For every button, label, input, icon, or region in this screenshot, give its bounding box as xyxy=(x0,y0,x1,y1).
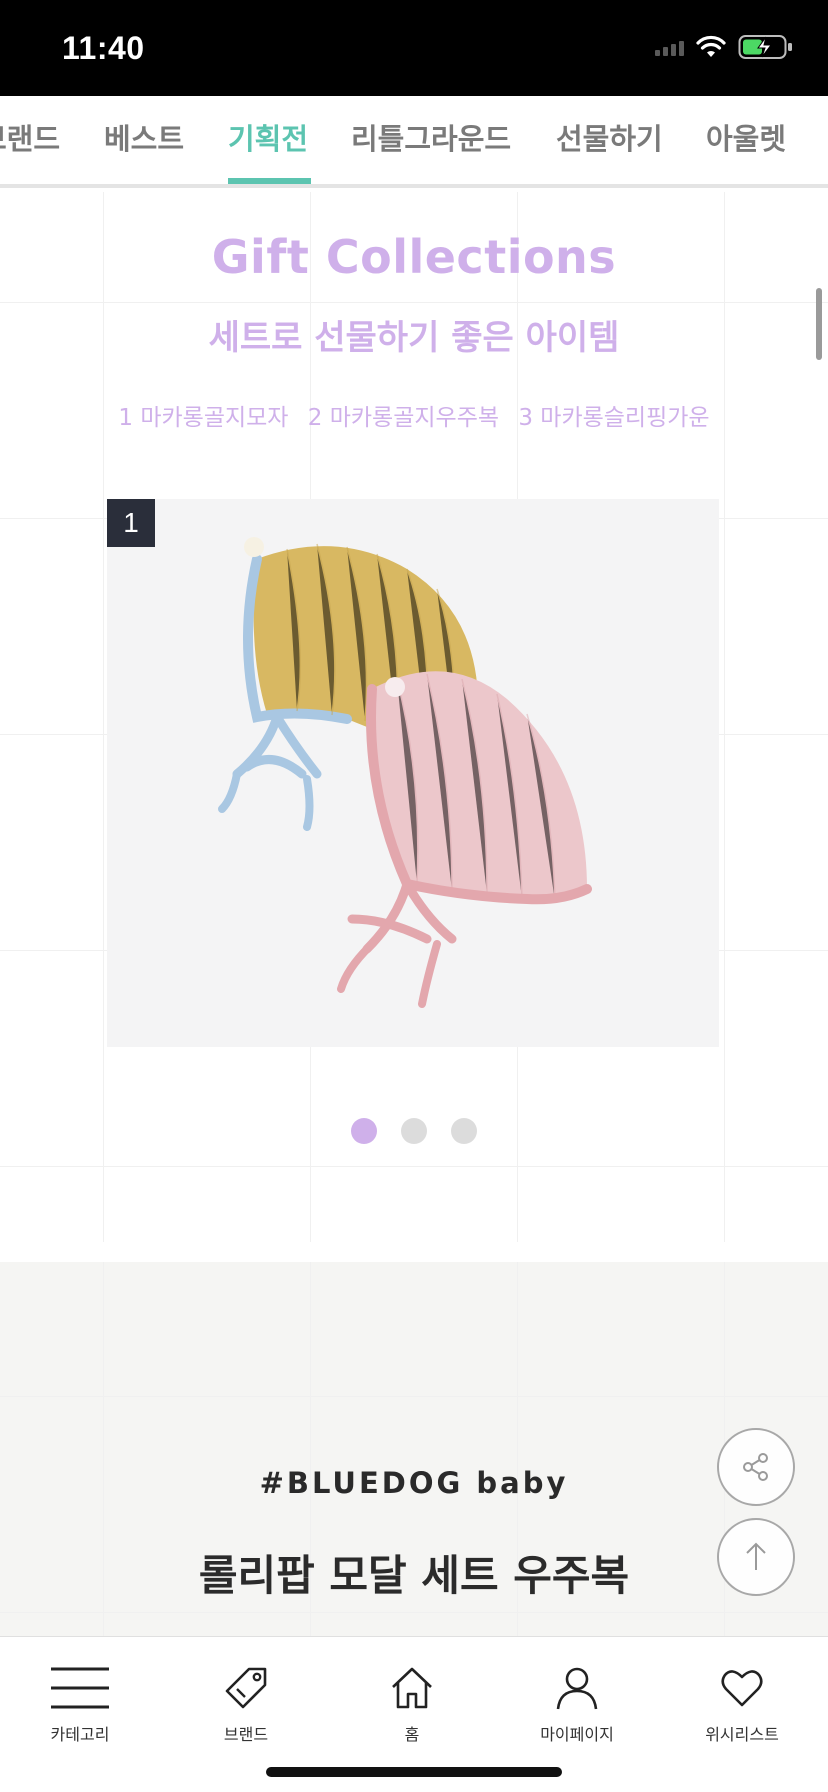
tab-exhibition[interactable]: 기획전 xyxy=(228,116,308,158)
gift-collections-section: Gift Collections 세트로 선물하기 좋은 아이템 1 마카롱골지… xyxy=(0,192,828,1242)
scrollbar[interactable] xyxy=(816,288,822,360)
pagination-dot-active[interactable] xyxy=(351,1118,377,1144)
person-icon xyxy=(556,1667,598,1710)
wifi-icon xyxy=(696,35,726,57)
cellular-signal-icon xyxy=(655,38,684,56)
nav-label: 마이페이지 xyxy=(540,1725,614,1744)
nav-label: 위시리스트 xyxy=(705,1725,779,1744)
grid-line xyxy=(0,1396,828,1397)
tab-best[interactable]: 베스트 xyxy=(104,116,184,158)
nav-mypage[interactable]: 마이페이지 xyxy=(497,1665,657,1745)
gift-item-link[interactable]: 1 마카롱골지모자 xyxy=(118,405,288,431)
brand-hashtag: #BLUEDOG baby xyxy=(259,1466,569,1500)
gift-item-link[interactable]: 3 마카롱슬리핑가운 xyxy=(518,405,709,431)
nav-category[interactable]: 카테고리 xyxy=(0,1665,160,1745)
heart-icon xyxy=(721,1670,763,1707)
category-tab-bar: 브랜드 베스트 기획전 리틀그라운드 선물하기 아울렛 xyxy=(0,96,828,188)
pagination-dot[interactable] xyxy=(451,1118,477,1144)
gift-item-list: 1 마카롱골지모자 2 마카롱골지우주복 3 마카롱슬리핑가운 xyxy=(0,398,828,432)
tab-little-ground[interactable]: 리틀그라운드 xyxy=(351,116,511,158)
menu-icon xyxy=(51,1667,109,1709)
tab-brand[interactable]: 브랜드 xyxy=(0,116,60,158)
baby-bonnet-image xyxy=(107,499,719,1047)
carousel-pagination xyxy=(0,1118,828,1144)
status-time: 11:40 xyxy=(62,30,145,66)
grid-line xyxy=(0,1612,828,1613)
gift-collections-title: Gift Collections xyxy=(211,230,617,284)
nav-label: 카테고리 xyxy=(50,1725,110,1744)
tab-gift[interactable]: 선물하기 xyxy=(556,116,663,158)
scroll-to-top-button[interactable] xyxy=(717,1518,795,1596)
tab-outlet[interactable]: 아울렛 xyxy=(706,116,786,158)
grid-line xyxy=(0,1166,828,1167)
featured-product-title: 롤리팝 모달 세트 우주복 xyxy=(198,1551,630,1600)
arrow-up-icon xyxy=(746,1542,766,1570)
nav-label: 브랜드 xyxy=(223,1725,269,1744)
gift-item-link[interactable]: 2 마카롱골지우주복 xyxy=(308,405,499,431)
battery-charging-icon xyxy=(738,35,792,59)
status-bar: 11:40 xyxy=(0,0,828,96)
home-indicator[interactable] xyxy=(266,1767,562,1777)
tag-icon xyxy=(225,1667,267,1709)
featured-product-section: #BLUEDOG baby 롤리팝 모달 세트 우주복 xyxy=(0,1262,828,1636)
home-icon xyxy=(392,1667,432,1709)
share-button[interactable] xyxy=(717,1428,795,1506)
grid-line xyxy=(0,302,828,303)
status-icons xyxy=(655,34,794,60)
share-icon xyxy=(743,1453,768,1481)
active-tab-indicator xyxy=(228,178,311,184)
slide-index-badge: 1 xyxy=(107,499,155,547)
nav-brand[interactable]: 브랜드 xyxy=(166,1665,326,1745)
nav-home[interactable]: 홈 xyxy=(332,1665,492,1745)
pagination-dot[interactable] xyxy=(401,1118,427,1144)
nav-label: 홈 xyxy=(404,1725,420,1744)
nav-wishlist[interactable]: 위시리스트 xyxy=(662,1665,822,1745)
gift-collections-subtitle: 세트로 선물하기 좋은 아이템 xyxy=(208,318,620,358)
gift-product-slide[interactable]: 1 xyxy=(107,499,719,1047)
